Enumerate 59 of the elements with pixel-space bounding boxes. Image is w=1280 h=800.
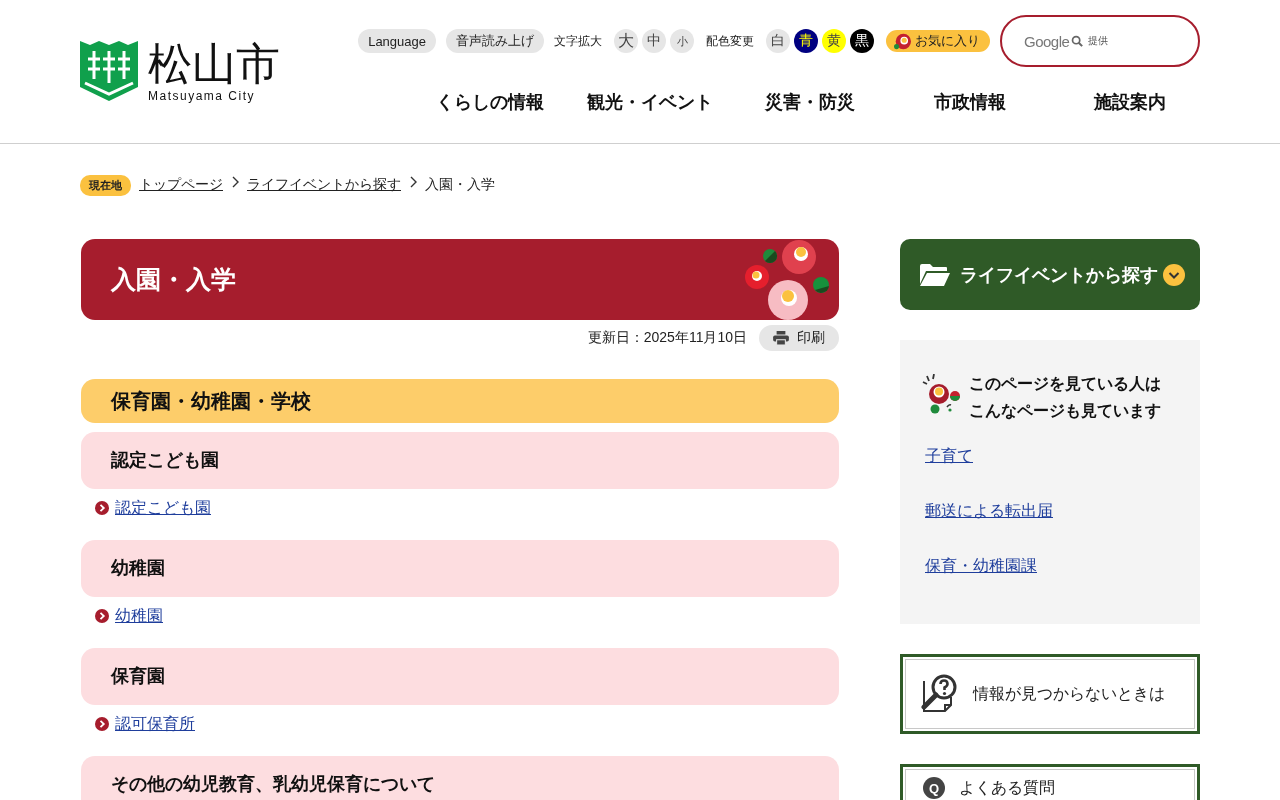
font-size-button[interactable]: 中: [642, 29, 666, 53]
help-link-card[interactable]: 情報が見つからないときは: [900, 654, 1200, 734]
flowers-icon: [744, 239, 830, 320]
faq-badge: Q: [923, 777, 945, 799]
chevron-down-icon: [1163, 263, 1185, 286]
breadcrumb-current: 入園・入学: [425, 176, 495, 194]
breadcrumb-link[interactable]: トップページ: [139, 176, 223, 194]
folder-icon: [920, 263, 950, 286]
nav-link[interactable]: 観光・イベント: [570, 89, 730, 115]
language-button[interactable]: Language: [358, 29, 436, 53]
page-title: 入園・入学: [111, 264, 236, 295]
page-link[interactable]: 認定こども園: [115, 497, 211, 519]
color-scheme-button[interactable]: 黄: [822, 29, 846, 53]
color-scheme-label: 配色変更: [706, 32, 754, 50]
color-scheme-button[interactable]: 白: [766, 29, 790, 53]
nav-link[interactable]: 災害・防災: [730, 89, 890, 115]
related-page-link[interactable]: 郵送による転出届: [925, 500, 1053, 522]
color-scheme-button[interactable]: 黒: [850, 29, 874, 53]
logo-subtitle: Matsuyama City: [148, 89, 256, 103]
search-provider-note: 提供: [1088, 34, 1109, 48]
section-heading: 保育園・幼稚園・学校: [81, 379, 839, 423]
help-link-card[interactable]: Q よくある質問: [900, 764, 1200, 800]
flower-icon: [921, 374, 961, 414]
breadcrumb-link[interactable]: ライフイベントから探す: [247, 176, 401, 194]
chevron-right-icon: [410, 176, 417, 188]
search-field[interactable]: Google 提供: [1000, 15, 1200, 67]
subsection-heading: 幼稚園: [81, 540, 839, 597]
font-size-button[interactable]: 大: [614, 29, 638, 53]
page-link[interactable]: 幼稚園: [115, 605, 163, 627]
updated-date: 更新日：2025年11月10日: [587, 329, 747, 347]
search-provider-logo: Google: [1024, 32, 1070, 50]
chevron-circle-icon: [95, 609, 109, 623]
flower-icon: [894, 32, 911, 50]
subsection-heading: その他の幼児教育、乳幼児保育について: [81, 756, 839, 800]
printer-icon: [773, 331, 789, 345]
related-pages-title: このページを見ている人はこんなページも見ています: [969, 374, 1161, 422]
related-page-link[interactable]: 子育て: [925, 445, 973, 467]
subsection-heading: 保育園: [81, 648, 839, 705]
nav-link[interactable]: くらしの情報: [410, 89, 570, 115]
magnifier-question-icon: [921, 673, 959, 715]
life-event-button[interactable]: ライフイベントから探す: [900, 239, 1200, 310]
color-scheme-button[interactable]: 青: [794, 29, 818, 53]
subsection-heading: 認定こども園: [81, 432, 839, 489]
current-location-badge: 現在地: [80, 174, 131, 196]
nav-link[interactable]: 市政情報: [890, 89, 1050, 115]
search-icon: [1071, 35, 1084, 47]
print-button[interactable]: 印刷: [759, 325, 839, 351]
city-emblem-icon: [80, 41, 138, 101]
favorites-button[interactable]: お気に入り: [886, 30, 990, 52]
page-link[interactable]: 認可保育所: [115, 713, 195, 735]
site-logo-text[interactable]: 松山市: [148, 41, 280, 87]
read-aloud-button[interactable]: 音声読み上げ: [446, 29, 544, 53]
font-size-label: 文字拡大: [554, 32, 602, 50]
chevron-circle-icon: [95, 501, 109, 515]
nav-link[interactable]: 施設案内: [1050, 89, 1210, 115]
chevron-right-icon: [232, 176, 239, 188]
related-page-link[interactable]: 保育・幼稚園課: [925, 555, 1037, 577]
font-size-button[interactable]: 小: [670, 29, 694, 53]
chevron-circle-icon: [95, 717, 109, 731]
